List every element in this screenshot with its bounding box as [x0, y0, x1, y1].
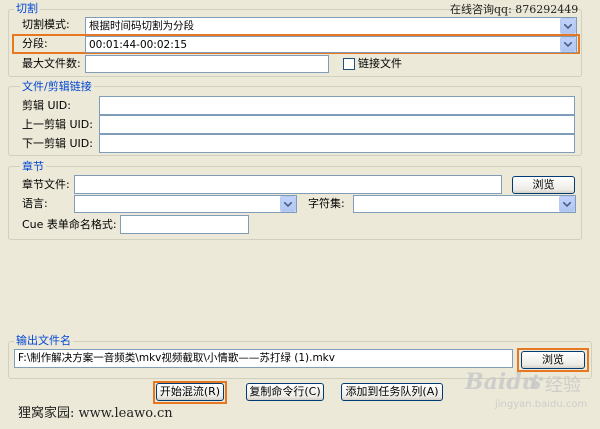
baidu-logo: Baidu 经验 jingyan.baidu.com: [465, 369, 595, 413]
language-label: 语言:: [22, 197, 48, 210]
chevron-down-icon: [564, 23, 572, 29]
file-link-group-legend: 文件/剪辑链接: [20, 80, 94, 93]
segment-dropdown-button[interactable]: [560, 37, 576, 52]
cue-format-label: Cue 表单命名格式:: [22, 218, 117, 231]
chevron-down-icon: [564, 42, 572, 47]
copy-command-button[interactable]: 复制命令行(C): [246, 383, 324, 401]
language-dropdown-button[interactable]: [280, 196, 296, 212]
paw-icon: [529, 374, 543, 389]
output-browse-button[interactable]: 浏览: [521, 351, 585, 369]
chapter-file-input[interactable]: [74, 175, 502, 194]
segment-input[interactable]: 00:01:44-00:02:15: [85, 36, 577, 53]
leawo-site-text: 狸窝家园: www.leawo.cn: [18, 406, 173, 421]
cue-format-input[interactable]: [120, 215, 249, 234]
max-files-input[interactable]: [85, 55, 329, 73]
clip-uid-input[interactable]: [99, 96, 575, 115]
clip-uid-label: 剪辑 UID:: [22, 99, 71, 112]
prev-clip-uid-label: 上一剪辑 UID:: [22, 118, 93, 131]
output-group-legend: 输出文件名: [14, 334, 73, 347]
baidu-url-text: jingyan.baidu.com: [495, 399, 588, 410]
prev-clip-uid-input[interactable]: [99, 115, 575, 134]
contact-text: 在线咨询qq: 876292449: [450, 3, 579, 16]
split-mode-select[interactable]: 根据时间码切割为分段: [85, 17, 577, 35]
link-files-checkbox[interactable]: [343, 58, 355, 70]
max-files-label: 最大文件数:: [22, 57, 81, 70]
charset-select[interactable]: [353, 195, 576, 213]
start-mux-button[interactable]: 开始混流(R): [156, 383, 224, 401]
chapter-file-label: 章节文件:: [22, 178, 70, 191]
split-mode-dropdown-button[interactable]: [560, 18, 576, 34]
charset-dropdown-button[interactable]: [559, 196, 575, 212]
chevron-down-icon: [563, 201, 571, 207]
language-select[interactable]: [74, 195, 297, 213]
cut-group-legend: 切割: [14, 2, 40, 15]
baidu-jingyan-text: 经验: [545, 375, 581, 396]
segment-label: 分段:: [22, 37, 48, 50]
output-path-input[interactable]: F:\制作解决方案一音频类\mkv视频截取\小情歌——苏打绿 (1).mkv: [14, 349, 513, 368]
split-mode-label: 切割模式:: [22, 18, 70, 31]
next-clip-uid-input[interactable]: [99, 134, 575, 153]
chapters-group-legend: 章节: [20, 160, 46, 173]
chapter-browse-button[interactable]: 浏览: [512, 176, 575, 194]
chevron-down-icon: [284, 201, 292, 207]
add-to-queue-button[interactable]: 添加到任务队列(A): [341, 383, 443, 401]
charset-label: 字符集:: [308, 197, 345, 210]
link-files-label[interactable]: 链接文件: [358, 57, 402, 71]
next-clip-uid-label: 下一剪辑 UID:: [22, 137, 93, 150]
